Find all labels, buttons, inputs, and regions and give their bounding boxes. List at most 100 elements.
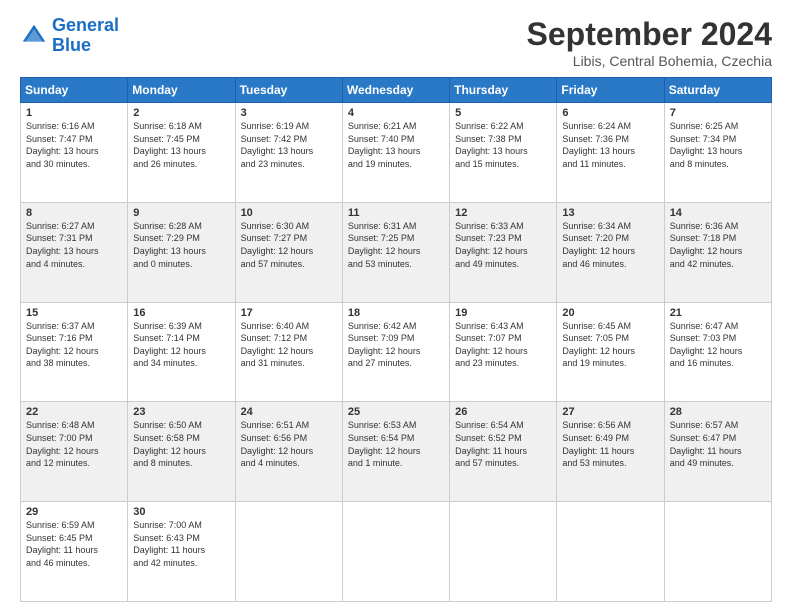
day-number: 27 [562, 406, 658, 418]
day-info: Sunrise: 6:22 AM Sunset: 7:38 PM Dayligh… [455, 120, 551, 170]
day-info: Sunrise: 6:34 AM Sunset: 7:20 PM Dayligh… [562, 220, 658, 270]
day-cell [342, 502, 449, 602]
day-info: Sunrise: 6:21 AM Sunset: 7:40 PM Dayligh… [348, 120, 444, 170]
day-info: Sunrise: 6:24 AM Sunset: 7:36 PM Dayligh… [562, 120, 658, 170]
day-cell [664, 502, 771, 602]
day-info: Sunrise: 6:36 AM Sunset: 7:18 PM Dayligh… [670, 220, 766, 270]
day-cell: 27Sunrise: 6:56 AM Sunset: 6:49 PM Dayli… [557, 402, 664, 502]
day-info: Sunrise: 6:50 AM Sunset: 6:58 PM Dayligh… [133, 419, 229, 469]
day-info: Sunrise: 6:18 AM Sunset: 7:45 PM Dayligh… [133, 120, 229, 170]
day-cell: 20Sunrise: 6:45 AM Sunset: 7:05 PM Dayli… [557, 302, 664, 402]
day-number: 13 [562, 207, 658, 219]
day-number: 17 [241, 307, 337, 319]
day-info: Sunrise: 6:40 AM Sunset: 7:12 PM Dayligh… [241, 320, 337, 370]
day-number: 21 [670, 307, 766, 319]
day-cell: 13Sunrise: 6:34 AM Sunset: 7:20 PM Dayli… [557, 202, 664, 302]
day-info: Sunrise: 6:54 AM Sunset: 6:52 PM Dayligh… [455, 419, 551, 469]
day-number: 10 [241, 207, 337, 219]
day-number: 29 [26, 506, 122, 518]
day-info: Sunrise: 6:43 AM Sunset: 7:07 PM Dayligh… [455, 320, 551, 370]
day-number: 16 [133, 307, 229, 319]
day-info: Sunrise: 6:33 AM Sunset: 7:23 PM Dayligh… [455, 220, 551, 270]
logo-line2: Blue [52, 35, 91, 55]
week-row-4: 22Sunrise: 6:48 AM Sunset: 7:00 PM Dayli… [21, 402, 772, 502]
day-cell: 19Sunrise: 6:43 AM Sunset: 7:07 PM Dayli… [450, 302, 557, 402]
location: Libis, Central Bohemia, Czechia [527, 53, 772, 69]
day-cell: 2Sunrise: 6:18 AM Sunset: 7:45 PM Daylig… [128, 103, 235, 203]
day-number: 22 [26, 406, 122, 418]
day-number: 24 [241, 406, 337, 418]
day-info: Sunrise: 6:27 AM Sunset: 7:31 PM Dayligh… [26, 220, 122, 270]
day-cell: 12Sunrise: 6:33 AM Sunset: 7:23 PM Dayli… [450, 202, 557, 302]
day-cell: 29Sunrise: 6:59 AM Sunset: 6:45 PM Dayli… [21, 502, 128, 602]
day-info: Sunrise: 6:47 AM Sunset: 7:03 PM Dayligh… [670, 320, 766, 370]
day-number: 14 [670, 207, 766, 219]
day-info: Sunrise: 6:42 AM Sunset: 7:09 PM Dayligh… [348, 320, 444, 370]
day-number: 9 [133, 207, 229, 219]
week-row-1: 1Sunrise: 6:16 AM Sunset: 7:47 PM Daylig… [21, 103, 772, 203]
day-info: Sunrise: 6:45 AM Sunset: 7:05 PM Dayligh… [562, 320, 658, 370]
day-cell: 17Sunrise: 6:40 AM Sunset: 7:12 PM Dayli… [235, 302, 342, 402]
day-number: 20 [562, 307, 658, 319]
title-block: September 2024 Libis, Central Bohemia, C… [527, 16, 772, 69]
day-info: Sunrise: 6:16 AM Sunset: 7:47 PM Dayligh… [26, 120, 122, 170]
logo-icon [20, 22, 48, 50]
month-year: September 2024 [527, 16, 772, 53]
day-cell: 3Sunrise: 6:19 AM Sunset: 7:42 PM Daylig… [235, 103, 342, 203]
day-number: 1 [26, 107, 122, 119]
day-cell: 30Sunrise: 7:00 AM Sunset: 6:43 PM Dayli… [128, 502, 235, 602]
column-header-thursday: Thursday [450, 78, 557, 103]
column-header-tuesday: Tuesday [235, 78, 342, 103]
day-info: Sunrise: 6:48 AM Sunset: 7:00 PM Dayligh… [26, 419, 122, 469]
logo: General Blue [20, 16, 119, 56]
page: General Blue September 2024 Libis, Centr… [0, 0, 792, 612]
day-info: Sunrise: 6:53 AM Sunset: 6:54 PM Dayligh… [348, 419, 444, 469]
day-cell: 24Sunrise: 6:51 AM Sunset: 6:56 PM Dayli… [235, 402, 342, 502]
day-info: Sunrise: 6:30 AM Sunset: 7:27 PM Dayligh… [241, 220, 337, 270]
day-info: Sunrise: 6:59 AM Sunset: 6:45 PM Dayligh… [26, 519, 122, 569]
day-cell: 15Sunrise: 6:37 AM Sunset: 7:16 PM Dayli… [21, 302, 128, 402]
column-header-monday: Monday [128, 78, 235, 103]
day-info: Sunrise: 6:28 AM Sunset: 7:29 PM Dayligh… [133, 220, 229, 270]
logo-text: General Blue [52, 16, 119, 56]
column-header-friday: Friday [557, 78, 664, 103]
day-info: Sunrise: 6:57 AM Sunset: 6:47 PM Dayligh… [670, 419, 766, 469]
day-cell: 5Sunrise: 6:22 AM Sunset: 7:38 PM Daylig… [450, 103, 557, 203]
day-info: Sunrise: 6:37 AM Sunset: 7:16 PM Dayligh… [26, 320, 122, 370]
day-number: 15 [26, 307, 122, 319]
day-number: 18 [348, 307, 444, 319]
day-number: 6 [562, 107, 658, 119]
day-info: Sunrise: 6:51 AM Sunset: 6:56 PM Dayligh… [241, 419, 337, 469]
day-info: Sunrise: 6:39 AM Sunset: 7:14 PM Dayligh… [133, 320, 229, 370]
day-number: 30 [133, 506, 229, 518]
day-info: Sunrise: 6:25 AM Sunset: 7:34 PM Dayligh… [670, 120, 766, 170]
day-cell: 8Sunrise: 6:27 AM Sunset: 7:31 PM Daylig… [21, 202, 128, 302]
day-info: Sunrise: 7:00 AM Sunset: 6:43 PM Dayligh… [133, 519, 229, 569]
day-number: 26 [455, 406, 551, 418]
day-cell [450, 502, 557, 602]
calendar-table: SundayMondayTuesdayWednesdayThursdayFrid… [20, 77, 772, 602]
day-cell: 1Sunrise: 6:16 AM Sunset: 7:47 PM Daylig… [21, 103, 128, 203]
day-cell: 9Sunrise: 6:28 AM Sunset: 7:29 PM Daylig… [128, 202, 235, 302]
day-cell: 6Sunrise: 6:24 AM Sunset: 7:36 PM Daylig… [557, 103, 664, 203]
week-row-2: 8Sunrise: 6:27 AM Sunset: 7:31 PM Daylig… [21, 202, 772, 302]
day-number: 8 [26, 207, 122, 219]
day-cell: 21Sunrise: 6:47 AM Sunset: 7:03 PM Dayli… [664, 302, 771, 402]
header: General Blue September 2024 Libis, Centr… [20, 16, 772, 69]
day-info: Sunrise: 6:56 AM Sunset: 6:49 PM Dayligh… [562, 419, 658, 469]
day-number: 28 [670, 406, 766, 418]
day-cell: 14Sunrise: 6:36 AM Sunset: 7:18 PM Dayli… [664, 202, 771, 302]
day-number: 12 [455, 207, 551, 219]
logo-line1: General [52, 15, 119, 35]
column-header-sunday: Sunday [21, 78, 128, 103]
column-header-saturday: Saturday [664, 78, 771, 103]
day-number: 2 [133, 107, 229, 119]
day-number: 11 [348, 207, 444, 219]
day-cell: 22Sunrise: 6:48 AM Sunset: 7:00 PM Dayli… [21, 402, 128, 502]
day-cell: 26Sunrise: 6:54 AM Sunset: 6:52 PM Dayli… [450, 402, 557, 502]
day-cell: 4Sunrise: 6:21 AM Sunset: 7:40 PM Daylig… [342, 103, 449, 203]
day-info: Sunrise: 6:31 AM Sunset: 7:25 PM Dayligh… [348, 220, 444, 270]
day-cell: 7Sunrise: 6:25 AM Sunset: 7:34 PM Daylig… [664, 103, 771, 203]
day-cell: 23Sunrise: 6:50 AM Sunset: 6:58 PM Dayli… [128, 402, 235, 502]
day-number: 19 [455, 307, 551, 319]
